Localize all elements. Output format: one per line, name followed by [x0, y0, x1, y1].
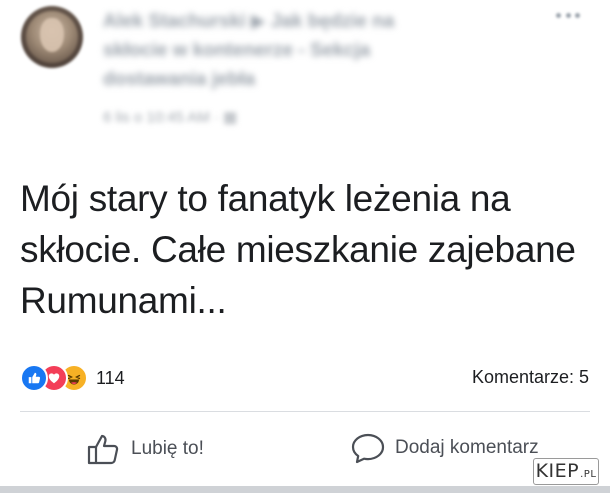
- comment-icon: [351, 433, 385, 464]
- reactions-summary[interactable]: 114: [20, 364, 125, 392]
- thumbs-up-icon: [87, 434, 119, 465]
- kiep-watermark: KIEP .PL: [533, 458, 599, 485]
- group-name-line-2[interactable]: skłocie w kontenerze - Sekcja: [103, 36, 513, 65]
- group-name-line-3[interactable]: dostawania jebła: [103, 65, 513, 94]
- like-icon: [20, 364, 48, 392]
- dot: [565, 12, 571, 18]
- dot: [575, 12, 580, 18]
- reaction-count: 114: [96, 367, 125, 388]
- divider: [20, 411, 590, 412]
- facebook-post: Alek Stachurski ▶ Jak będzie na skłocie …: [0, 0, 610, 493]
- author-and-group[interactable]: Alek Stachurski ▶ Jak będzie na: [103, 7, 513, 36]
- post-header: Alek Stachurski ▶ Jak będzie na skłocie …: [103, 7, 513, 94]
- like-button-label: Lubię to!: [131, 438, 204, 459]
- watermark-text: KIEP: [535, 460, 580, 482]
- comment-count[interactable]: Komentarze: 5: [472, 367, 589, 388]
- bottom-bar: [0, 486, 610, 493]
- ellipsis-icon[interactable]: [556, 10, 580, 20]
- post-timestamp[interactable]: 6 lis o 10:45 AM · ▦: [103, 108, 237, 126]
- avatar[interactable]: [21, 6, 83, 68]
- comment-button-label: Dodaj komentarz: [395, 437, 539, 458]
- comment-button[interactable]: Dodaj komentarz: [350, 432, 539, 464]
- dot: [556, 12, 561, 18]
- watermark-suffix: .PL: [580, 469, 597, 480]
- post-text: Mój stary to fanatyk leżenia na skłocie.…: [20, 178, 576, 321]
- avatar-ring: [21, 6, 83, 68]
- like-button[interactable]: Lubię to!: [86, 432, 204, 466]
